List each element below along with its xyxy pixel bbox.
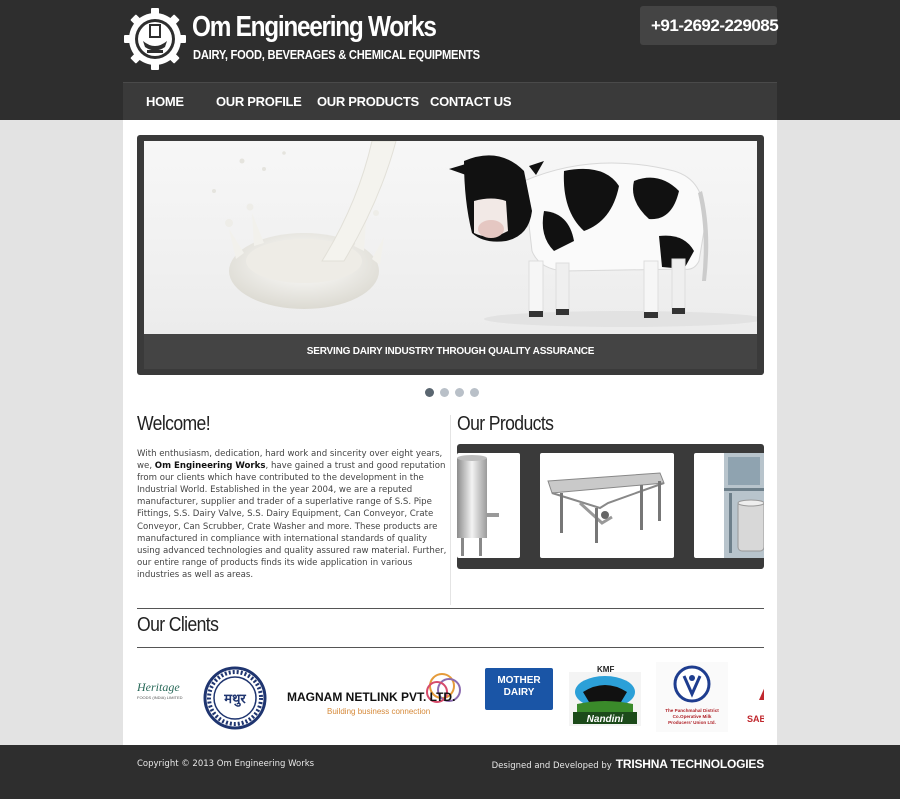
steel-tank-image [457, 455, 499, 556]
svg-text:Nandini: Nandini [587, 714, 624, 725]
image-slider: SERVING DAIRY INDUSTRY THROUGH QUALITY A… [137, 135, 764, 375]
column-divider [450, 415, 451, 605]
welcome-company-name: Om Engineering Works [154, 461, 266, 472]
conveyor-image [547, 472, 665, 543]
phone-box: +91-2692-229085 [640, 6, 779, 45]
section-divider-bottom [137, 647, 764, 648]
site-title[interactable]: Om Engineering Works [192, 12, 437, 42]
main-content: SERVING DAIRY INDUSTRY THROUGH QUALITY A… [123, 120, 777, 745]
welcome-text: With enthusiasm, dedication, hard work a… [137, 448, 447, 581]
slider-dot-1[interactable] [425, 388, 434, 397]
can-washer-image [724, 453, 764, 558]
svg-text:SAB: SAB [747, 714, 764, 724]
nav-item-contact-us[interactable]: CONTACT US [430, 83, 512, 121]
nav-item-home[interactable]: HOME [146, 83, 184, 121]
clients-carousel: Heritage FOODS (INDIA) LIMITED मथुर MAGN… [137, 660, 764, 735]
milk-and-cow-illustration [212, 141, 757, 327]
heritage-logo-text: Heritage [137, 680, 180, 694]
footer-credit: Designed and Developed by TRISHNA TECHNO… [491, 757, 765, 771]
client-logo-panchmahal[interactable]: The Panchmahal District Co.Operative Mil… [656, 662, 728, 732]
footer-copyright: Copyright © 2013 Om Engineering Works [137, 759, 315, 769]
slider-dot-2[interactable] [440, 388, 449, 397]
nav-item-our-products[interactable]: OUR PRODUCTS [317, 83, 419, 121]
welcome-heading: Welcome! [137, 413, 211, 435]
product-card-conveyor[interactable] [540, 453, 674, 558]
nandini-logo-image: KMF Nandini [569, 665, 641, 726]
products-heading: Our Products [457, 413, 554, 435]
svg-text:MAGNAM NETLINK PVT. LTD.: MAGNAM NETLINK PVT. LTD. [287, 690, 455, 704]
footer-designed-by: Designed and Developed by [491, 761, 612, 771]
heritage-logo-subtext: FOODS (INDIA) LIMITED [137, 695, 183, 700]
welcome-text-body: , have gained a trust and good reputatio… [137, 461, 447, 580]
mathur-seal-icon: मथुर [203, 666, 267, 730]
svg-text:मथुर: मथुर [223, 692, 246, 707]
phone-number: +91-2692-229085 [651, 15, 779, 35]
client-logo-magnam[interactable]: MAGNAM NETLINK PVT. LTD. Building busine… [287, 670, 467, 724]
slide-caption: SERVING DAIRY INDUSTRY THROUGH QUALITY A… [144, 334, 757, 369]
gear-logo-icon[interactable] [123, 7, 187, 71]
clients-heading: Our Clients [137, 614, 219, 636]
panchmahal-emblem-icon [673, 665, 711, 703]
panchmahal-text-3: Producers' Union Ltd. [668, 720, 716, 725]
svg-text:Building business connection: Building business connection [327, 707, 430, 716]
page-container: Om Engineering Works DAIRY, FOOD, BEVERA… [123, 0, 779, 799]
client-logo-sab[interactable]: SAB [747, 672, 764, 732]
section-divider-top [137, 608, 764, 609]
svg-text:KMF: KMF [597, 665, 614, 674]
footer-designer-link[interactable]: TRISHNA TECHNOLOGIES [616, 757, 764, 771]
slider-pagination [425, 388, 479, 397]
client-logo-nandini[interactable]: KMF Nandini [569, 664, 641, 728]
slider-dot-4[interactable] [470, 388, 479, 397]
products-carousel [457, 444, 764, 569]
main-nav: HOME OUR PROFILE OUR PRODUCTS CONTACT US [123, 82, 777, 120]
mother-dairy-text-1: MOTHER [497, 675, 541, 686]
product-card-washer[interactable] [694, 453, 764, 558]
slider-dot-3[interactable] [455, 388, 464, 397]
client-logo-heritage[interactable]: Heritage FOODS (INDIA) LIMITED [137, 680, 189, 700]
slide-image[interactable] [144, 141, 757, 334]
site-tagline: DAIRY, FOOD, BEVERAGES & CHEMICAL EQUIPM… [193, 47, 480, 62]
client-logo-mother-dairy[interactable]: MOTHER DAIRY [485, 668, 553, 710]
product-card-tank[interactable] [457, 453, 520, 558]
client-logo-mathur[interactable]: मथुर [203, 666, 267, 734]
nav-item-our-profile[interactable]: OUR PROFILE [216, 83, 302, 121]
mother-dairy-text-2: DAIRY [503, 687, 535, 698]
sab-logo-image: SAB [747, 688, 764, 724]
magnam-logo-image: MAGNAM NETLINK PVT. LTD. Building busine… [287, 673, 461, 716]
